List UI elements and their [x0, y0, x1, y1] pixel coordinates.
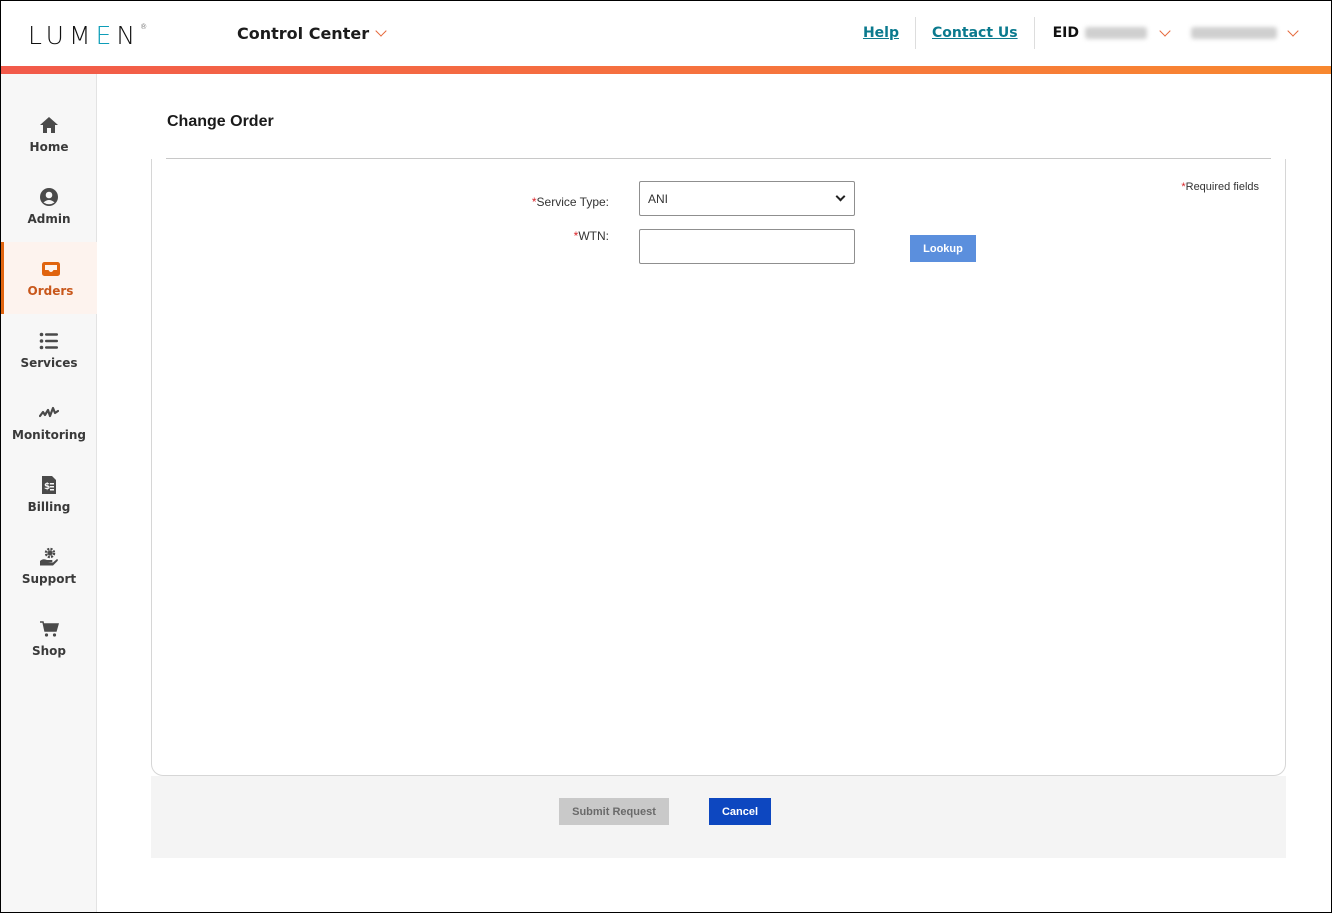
user-circle-icon — [38, 186, 60, 208]
sidebar-item-services[interactable]: Services — [1, 314, 97, 386]
sidebar-item-label: Shop — [31, 644, 67, 658]
change-order-form-panel: *Required fields *Service Type: ANI *WTN… — [151, 159, 1286, 776]
logo-text: LUM — [28, 21, 96, 50]
sidebar-item-monitoring[interactable]: Monitoring — [1, 386, 97, 458]
sidebar-item-label: Billing — [27, 500, 71, 514]
chevron-down-icon — [1287, 24, 1299, 37]
app-switcher-dropdown[interactable]: Control Center — [237, 24, 387, 43]
brand-gradient-bar — [1, 66, 1331, 74]
wtn-input[interactable] — [639, 229, 855, 264]
submit-request-button[interactable]: Submit Request — [559, 798, 669, 825]
app-switcher-label: Control Center — [237, 24, 370, 43]
service-type-label: *Service Type: — [532, 195, 609, 209]
cancel-button[interactable]: Cancel — [709, 798, 771, 825]
help-link[interactable]: Help — [847, 25, 915, 41]
lumen-logo[interactable]: LUMEN® — [28, 21, 147, 50]
eid-label: EID — [1052, 25, 1079, 41]
invoice-icon: $ — [38, 474, 60, 496]
sidebar-item-label: Services — [20, 356, 78, 370]
wtn-label-text: WTN: — [578, 229, 609, 243]
contact-us-link[interactable]: Contact Us — [916, 25, 1034, 41]
chevron-down-icon — [835, 191, 846, 202]
pulse-icon — [38, 402, 60, 424]
cart-icon — [38, 618, 60, 640]
lookup-button[interactable]: Lookup — [910, 235, 976, 262]
sidebar-nav: Home Admin Orders Services Monitoring $ … — [1, 74, 97, 912]
required-fields-note: *Required fields — [1181, 181, 1259, 193]
sidebar-item-label: Monitoring — [12, 428, 86, 442]
sidebar-item-label: Home — [29, 140, 69, 154]
service-type-select[interactable]: ANI — [639, 181, 855, 216]
sidebar-item-support[interactable]: Support — [1, 530, 97, 602]
form-action-bar: Submit Request Cancel — [151, 776, 1286, 858]
home-icon — [38, 114, 60, 136]
logo-text-accent: E — [95, 21, 117, 50]
registered-mark: ® — [140, 23, 148, 31]
sidebar-item-label: Support — [21, 572, 77, 586]
top-header: LUMEN® Control Center Help Contact Us EI… — [1, 1, 1331, 66]
page-title: Change Order — [167, 113, 274, 130]
list-icon — [38, 330, 60, 352]
sidebar-item-shop[interactable]: Shop — [1, 602, 97, 674]
eid-selector[interactable]: EID — [1035, 24, 1171, 41]
header-utility-nav: Help Contact Us EID — [847, 17, 1299, 49]
support-hand-gear-icon — [38, 546, 60, 568]
service-type-label-text: Service Type: — [536, 195, 609, 209]
chevron-down-icon — [375, 25, 387, 37]
sidebar-item-admin[interactable]: Admin — [1, 170, 97, 242]
service-type-selected-value: ANI — [648, 191, 669, 206]
inbox-icon — [40, 258, 62, 280]
sidebar-item-label: Orders — [27, 284, 74, 298]
account-value-redacted — [1191, 27, 1277, 39]
sidebar-item-orders[interactable]: Orders — [1, 242, 97, 314]
logo-text-end: N — [116, 21, 141, 50]
eid-value-redacted — [1085, 27, 1147, 39]
chevron-down-icon — [1159, 24, 1171, 37]
sidebar-item-label: Admin — [27, 212, 71, 226]
sidebar-item-billing[interactable]: $ Billing — [1, 458, 97, 530]
account-selector[interactable] — [1191, 24, 1299, 39]
required-note-text: Required fields — [1185, 181, 1259, 193]
svg-text:$: $ — [44, 482, 50, 492]
sidebar-item-home[interactable]: Home — [1, 98, 97, 170]
wtn-label: *WTN: — [574, 229, 609, 243]
